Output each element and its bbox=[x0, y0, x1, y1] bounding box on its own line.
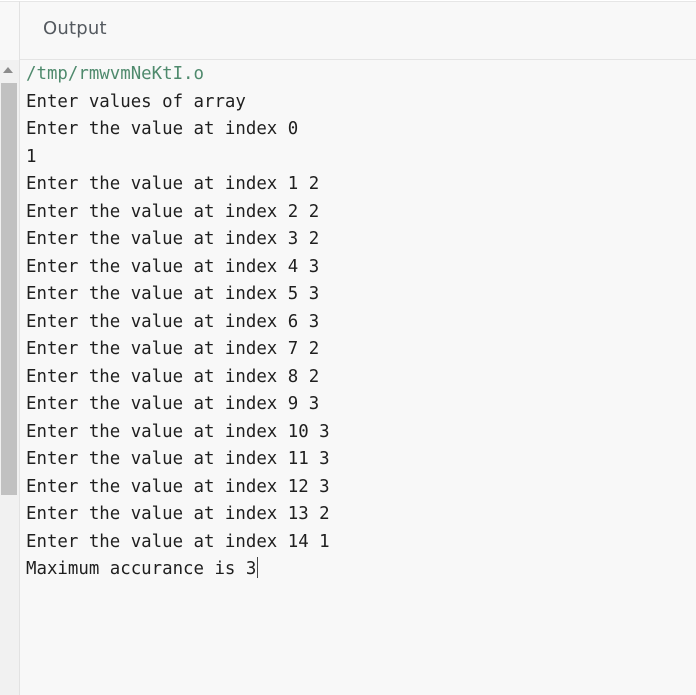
text-cursor bbox=[257, 557, 259, 578]
console-line: Enter the value at index 7 2 bbox=[26, 339, 320, 359]
scrollbar-thumb[interactable] bbox=[1, 83, 17, 495]
output-window: Output /tmp/rmwvmNeKtI.o Enter values of… bbox=[0, 0, 696, 695]
console-result-text: Maximum accurance is 3 bbox=[26, 559, 257, 579]
console-lines: /tmp/rmwvmNeKtI.o Enter values of array E… bbox=[26, 61, 330, 584]
console-line: Enter the value at index 1 2 bbox=[26, 174, 320, 194]
console-line: Enter the value at index 14 1 bbox=[26, 531, 330, 552]
output-title: Output bbox=[43, 18, 107, 39]
console-line: Enter the value at index 8 2 bbox=[26, 366, 320, 387]
console-line: Enter the value at index 9 3 bbox=[26, 394, 320, 414]
output-header: Output bbox=[20, 2, 696, 60]
vertical-scrollbar[interactable] bbox=[0, 60, 19, 695]
console-line: Enter the value at index 5 3 bbox=[26, 284, 320, 304]
console-line: Enter the value at index 12 3 bbox=[26, 476, 330, 497]
console-line: Enter the value at index 0 bbox=[26, 119, 299, 139]
console-line: Enter the value at index 10 3 bbox=[26, 421, 330, 442]
console-line: Enter the value at index 3 2 bbox=[26, 229, 320, 249]
console-line: Enter the value at index 11 3 bbox=[26, 449, 330, 469]
console-result-line: Maximum accurance is 3 bbox=[26, 556, 330, 584]
console-line: Enter the value at index 2 2 bbox=[26, 201, 320, 222]
console-line: Enter the value at index 6 3 bbox=[26, 311, 320, 332]
console-output[interactable]: /tmp/rmwvmNeKtI.o Enter values of array E… bbox=[20, 60, 696, 695]
console-line: Enter the value at index 4 3 bbox=[26, 256, 320, 277]
console-line: 1 bbox=[26, 146, 37, 167]
scroll-up-arrow-icon[interactable] bbox=[3, 67, 13, 73]
console-line: Enter values of array bbox=[26, 91, 246, 112]
console-line: Enter the value at index 13 2 bbox=[26, 504, 330, 524]
console-path-line: /tmp/rmwvmNeKtI.o bbox=[26, 64, 204, 84]
